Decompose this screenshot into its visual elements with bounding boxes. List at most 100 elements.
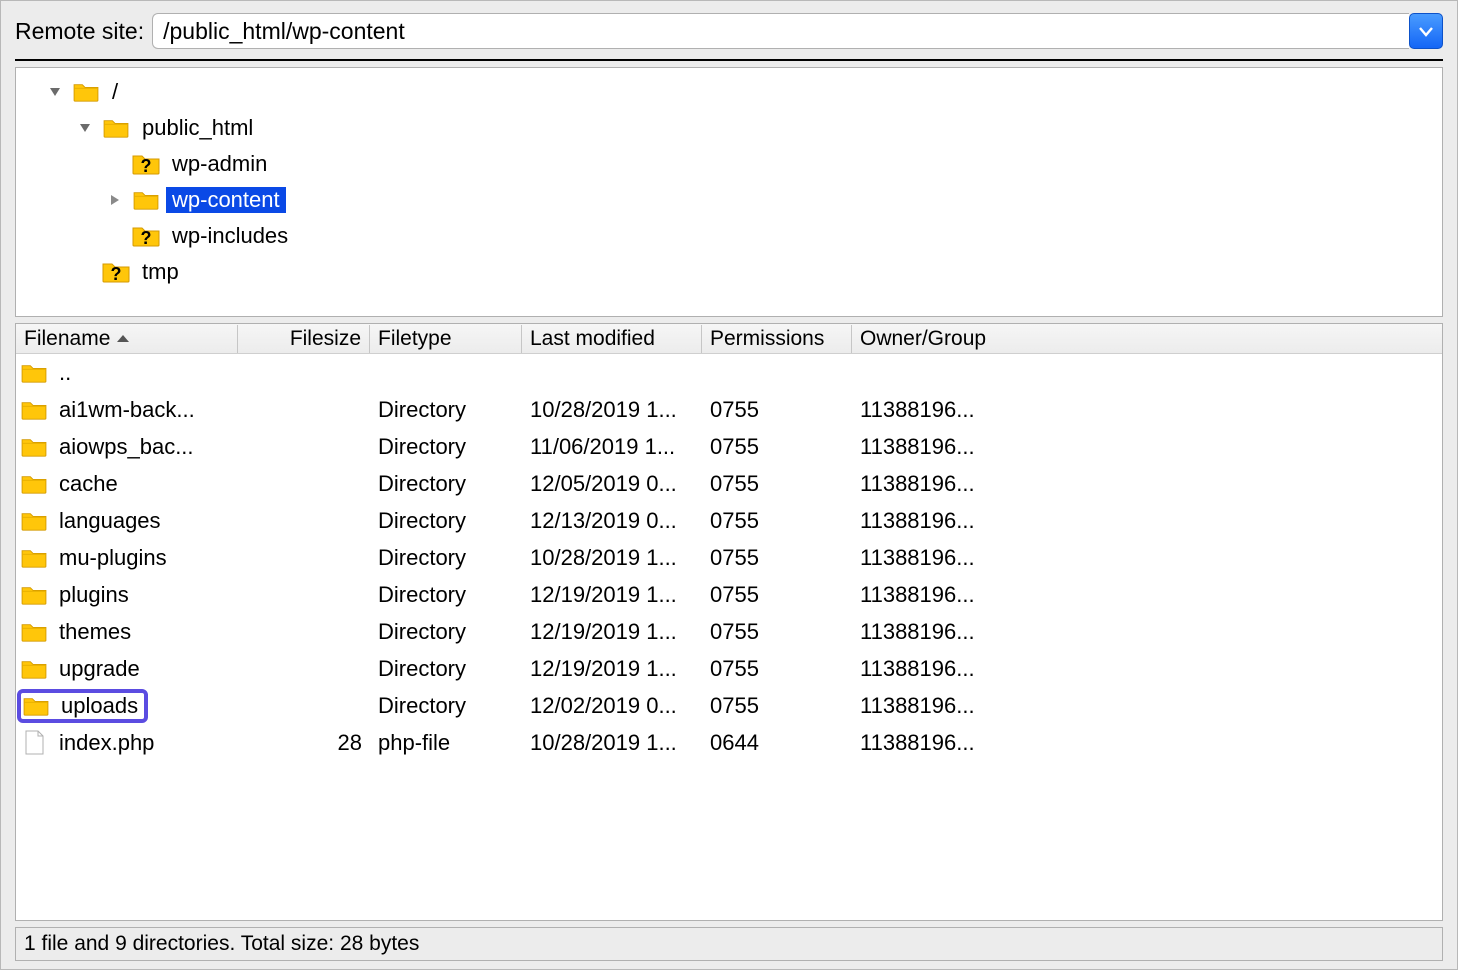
folder-icon bbox=[19, 509, 49, 533]
chevron-down-icon bbox=[1419, 19, 1433, 43]
file-name: themes bbox=[59, 619, 131, 645]
file-row[interactable]: upgradeDirectory12/19/2019 1...075511388… bbox=[16, 650, 1442, 687]
file-permissions: 0755 bbox=[702, 619, 852, 645]
tree-toggle-icon bbox=[104, 153, 126, 175]
folder-unknown-icon bbox=[132, 224, 160, 248]
remote-path-input[interactable] bbox=[152, 13, 1409, 49]
file-modified: 11/06/2019 1... bbox=[522, 434, 702, 460]
status-text: 1 file and 9 directories. Total size: 28… bbox=[24, 932, 419, 956]
status-bar: 1 file and 9 directories. Total size: 28… bbox=[15, 927, 1443, 961]
file-type: Directory bbox=[370, 693, 522, 719]
folder-icon bbox=[21, 694, 51, 718]
tree-toggle-icon bbox=[74, 261, 96, 283]
file-owner: 11388196... bbox=[852, 397, 1442, 423]
file-name: ai1wm-back... bbox=[59, 397, 195, 423]
divider bbox=[15, 59, 1443, 61]
tree-item[interactable]: wp-admin bbox=[16, 146, 1442, 182]
file-name: uploads bbox=[61, 693, 138, 719]
file-owner: 11388196... bbox=[852, 434, 1442, 460]
file-modified: 12/13/2019 0... bbox=[522, 508, 702, 534]
folder-icon bbox=[19, 657, 49, 681]
file-name: index.php bbox=[59, 730, 154, 756]
file-type: Directory bbox=[370, 397, 522, 423]
file-owner: 11388196... bbox=[852, 582, 1442, 608]
file-row[interactable]: .. bbox=[16, 354, 1442, 391]
file-owner: 11388196... bbox=[852, 471, 1442, 497]
tree-item-label: wp-includes bbox=[166, 223, 294, 249]
tree-toggle-icon[interactable] bbox=[104, 189, 126, 211]
folder-icon bbox=[72, 80, 100, 104]
file-name: aiowps_bac... bbox=[59, 434, 194, 460]
folder-unknown-icon bbox=[132, 152, 160, 176]
tree-toggle-icon[interactable] bbox=[44, 81, 66, 103]
column-header-owner-group[interactable]: Owner/Group bbox=[852, 325, 1442, 353]
file-name-wrap: index.php bbox=[19, 730, 154, 756]
file-row[interactable]: aiowps_bac... Directory11/06/2019 1...075… bbox=[16, 428, 1442, 465]
tree-item-label: wp-admin bbox=[166, 151, 273, 177]
column-label: Owner/Group bbox=[860, 327, 986, 351]
remote-site-label: Remote site: bbox=[15, 18, 144, 45]
folder-icon bbox=[19, 583, 49, 607]
file-owner: 11388196... bbox=[852, 619, 1442, 645]
folder-icon bbox=[102, 116, 130, 140]
file-row[interactable]: ai1wm-back... Directory10/28/2019 1...075… bbox=[16, 391, 1442, 428]
column-header-last-modified[interactable]: Last modified bbox=[522, 325, 702, 353]
file-name: cache bbox=[59, 471, 118, 497]
file-name-wrap: .. bbox=[19, 360, 71, 386]
file-row[interactable]: mu-pluginsDirectory10/28/2019 1...075511… bbox=[16, 539, 1442, 576]
highlighted-item: uploads bbox=[17, 689, 148, 723]
file-owner: 11388196... bbox=[852, 730, 1442, 756]
file-row[interactable]: pluginsDirectory12/19/2019 1...075511388… bbox=[16, 576, 1442, 613]
tree-item-label: wp-content bbox=[166, 187, 286, 213]
tree-item[interactable]: public_html bbox=[16, 110, 1442, 146]
file-row[interactable]: languagesDirectory12/13/2019 0...0755113… bbox=[16, 502, 1442, 539]
file-modified: 12/19/2019 1... bbox=[522, 619, 702, 645]
sort-ascending-icon bbox=[116, 327, 130, 351]
tree-item[interactable]: wp-content bbox=[16, 182, 1442, 218]
tree-item-label: tmp bbox=[136, 259, 185, 285]
file-permissions: 0755 bbox=[702, 693, 852, 719]
column-header-filesize[interactable]: Filesize bbox=[238, 325, 370, 353]
tree-toggle-icon bbox=[104, 225, 126, 247]
file-type: Directory bbox=[370, 471, 522, 497]
file-owner: 11388196... bbox=[852, 508, 1442, 534]
file-row[interactable]: cacheDirectory12/05/2019 0...07551138819… bbox=[16, 465, 1442, 502]
remote-path-dropdown[interactable] bbox=[1409, 13, 1443, 49]
file-owner: 11388196... bbox=[852, 693, 1442, 719]
remote-directory-tree[interactable]: /public_html wp-admin wp-content wp-include… bbox=[15, 67, 1443, 317]
column-label: Last modified bbox=[530, 327, 655, 351]
file-modified: 12/19/2019 1... bbox=[522, 656, 702, 682]
file-name-wrap: upgrade bbox=[19, 656, 140, 682]
file-list-body[interactable]: ..ai1wm-back...Directory10/28/2019 1...0… bbox=[16, 354, 1442, 920]
file-modified: 10/28/2019 1... bbox=[522, 730, 702, 756]
column-label: Filesize bbox=[290, 327, 361, 351]
folder-icon bbox=[19, 472, 49, 496]
file-type: php-file bbox=[370, 730, 522, 756]
file-type: Directory bbox=[370, 508, 522, 534]
folder-icon bbox=[19, 398, 49, 422]
tree-item[interactable]: tmp bbox=[16, 254, 1442, 290]
remote-file-list: Filename Filesize Filetype Last modified… bbox=[15, 323, 1443, 921]
file-name: .. bbox=[59, 360, 71, 386]
tree-toggle-icon[interactable] bbox=[74, 117, 96, 139]
file-permissions: 0755 bbox=[702, 434, 852, 460]
column-header-filetype[interactable]: Filetype bbox=[370, 325, 522, 353]
tree-item[interactable]: wp-includes bbox=[16, 218, 1442, 254]
file-type: Directory bbox=[370, 434, 522, 460]
file-permissions: 0755 bbox=[702, 397, 852, 423]
file-row[interactable]: uploadsDirectory12/02/2019 0...075511388… bbox=[16, 687, 1442, 724]
file-modified: 10/28/2019 1... bbox=[522, 397, 702, 423]
file-type: Directory bbox=[370, 619, 522, 645]
column-label: Filetype bbox=[378, 327, 452, 351]
file-row[interactable]: index.php28php-file10/28/2019 1...064411… bbox=[16, 724, 1442, 761]
file-list-header: Filename Filesize Filetype Last modified… bbox=[16, 324, 1442, 354]
tree-item[interactable]: / bbox=[16, 74, 1442, 110]
file-row[interactable]: themes Directory12/19/2019 1...0755113881… bbox=[16, 613, 1442, 650]
column-header-permissions[interactable]: Permissions bbox=[702, 325, 852, 353]
column-label: Permissions bbox=[710, 327, 824, 351]
file-modified: 12/19/2019 1... bbox=[522, 582, 702, 608]
column-header-filename[interactable]: Filename bbox=[16, 325, 238, 353]
file-name-wrap: cache bbox=[19, 471, 118, 497]
file-icon bbox=[19, 731, 49, 755]
file-permissions: 0755 bbox=[702, 545, 852, 571]
